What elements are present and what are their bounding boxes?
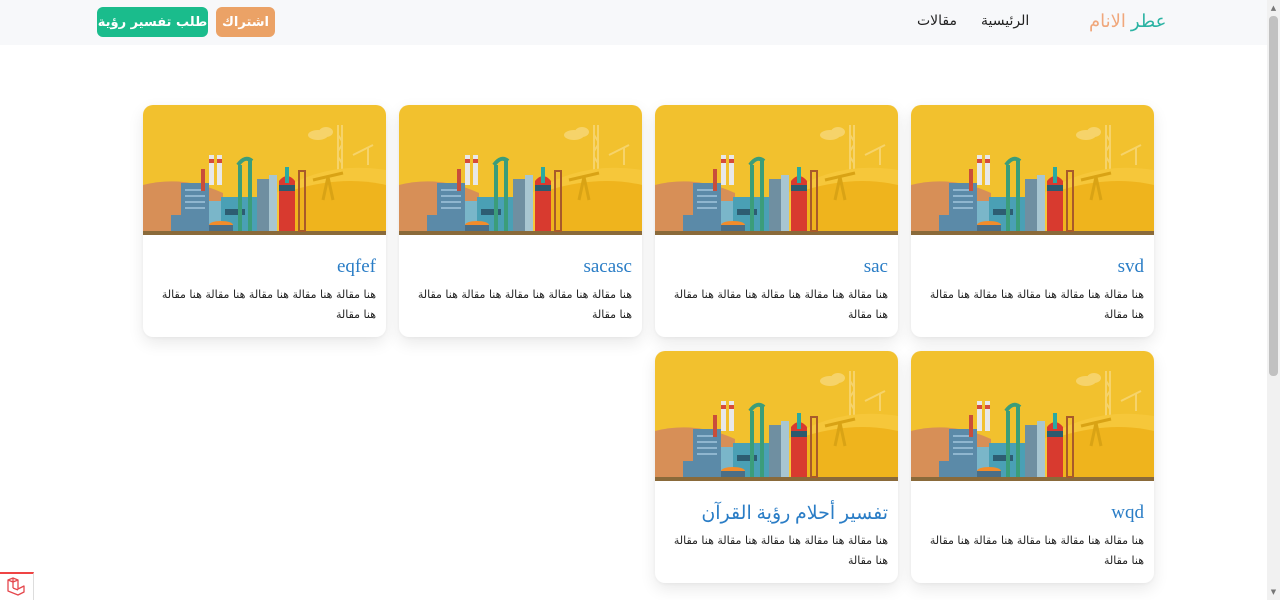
card-text: هنا مقالة هنا مقالة هنا مقالة هنا مقالة … xyxy=(673,288,888,321)
article-card[interactable]: wqd هنا مقالة هنا مقالة هنا مقالة هنا مق… xyxy=(911,351,1154,583)
card-text: هنا مقالة هنا مقالة هنا مقالة هنا مقالة … xyxy=(673,534,888,567)
brand-part-2: الانام xyxy=(1089,11,1126,31)
nav-link-articles[interactable]: مقالات xyxy=(917,13,957,29)
factory-illustration xyxy=(655,105,898,235)
card-title[interactable]: svd xyxy=(1118,256,1144,278)
card-text: هنا مقالة هنا مقالة هنا مقالة هنا مقالة … xyxy=(161,288,376,321)
nav-link-home[interactable]: الرئيسية xyxy=(981,13,1029,29)
article-card[interactable]: sac هنا مقالة هنا مقالة هنا مقالة هنا مق… xyxy=(655,105,898,337)
card-text: هنا مقالة هنا مقالة هنا مقالة هنا مقالة … xyxy=(929,534,1144,567)
article-card[interactable]: svd هنا مقالة هنا مقالة هنا مقالة هنا مق… xyxy=(911,105,1154,337)
factory-illustration xyxy=(143,105,386,235)
card-text: هنا مقالة هنا مقالة هنا مقالة هنا مقالة … xyxy=(929,288,1144,321)
navbar: عطر الانام الرئيسية مقالات اشتراك طلب تف… xyxy=(0,0,1267,45)
factory-illustration xyxy=(399,105,642,235)
scroll-up-arrow-icon[interactable]: ▲ xyxy=(1269,2,1278,14)
factory-illustration xyxy=(655,351,898,481)
article-card[interactable]: eqfef هنا مقالة هنا مقالة هنا مقالة هنا … xyxy=(143,105,386,337)
brand-part-1: عطر xyxy=(1130,11,1167,31)
card-title[interactable]: sac xyxy=(864,256,888,278)
article-card[interactable]: sacasc هنا مقالة هنا مقالة هنا مقالة هنا… xyxy=(399,105,642,337)
page: عطر الانام الرئيسية مقالات اشتراك طلب تف… xyxy=(0,0,1280,600)
scroll-down-arrow-icon[interactable]: ▼ xyxy=(1269,586,1278,598)
card-title[interactable]: wqd xyxy=(1111,502,1144,524)
subscribe-button[interactable]: اشتراك xyxy=(216,7,275,37)
factory-illustration xyxy=(911,105,1154,235)
card-title[interactable]: eqfef xyxy=(337,256,376,278)
scrollbar-thumb[interactable] xyxy=(1269,16,1278,376)
factory-illustration xyxy=(911,351,1154,481)
page-scrollbar[interactable]: ▲ ▼ xyxy=(1267,0,1280,600)
card-text: هنا مقالة هنا مقالة هنا مقالة هنا مقالة … xyxy=(417,288,632,321)
brand-logo[interactable]: عطر الانام xyxy=(1089,11,1166,32)
laravel-debugbar-toggle[interactable] xyxy=(0,572,34,600)
card-title[interactable]: تفسير أحلام رؤية القرآن xyxy=(701,502,888,525)
request-interpretation-button[interactable]: طلب تفسير رؤية xyxy=(97,7,208,37)
card-title[interactable]: sacasc xyxy=(583,256,632,278)
laravel-icon xyxy=(7,577,25,596)
article-card[interactable]: تفسير أحلام رؤية القرآن هنا مقالة هنا مق… xyxy=(655,351,898,583)
